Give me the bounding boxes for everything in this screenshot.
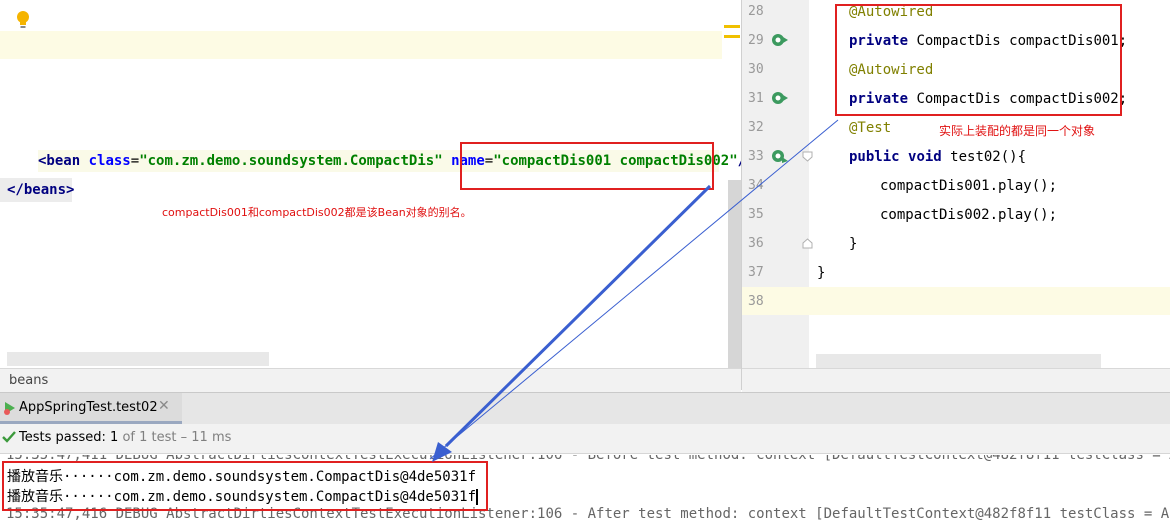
line-number: 35: [748, 207, 764, 222]
keyword-void: void: [908, 149, 942, 165]
same-object-annotation-note: 实际上装配的都是同一个对象: [939, 124, 1096, 138]
test-status-bar: Tests passed: 1 of 1 test – 11 ms: [0, 424, 1170, 454]
line-number: 31: [748, 91, 764, 106]
java-horizontal-scrollbar[interactable]: [816, 354, 1101, 368]
check-icon: [2, 431, 16, 443]
xml-class-attr: class: [88, 153, 131, 169]
name-attribute-highlight-box: [460, 142, 714, 190]
xml-horizontal-scrollbar[interactable]: [7, 352, 269, 366]
run-gutter-icon[interactable]: [771, 149, 789, 163]
breadcrumb-right: [742, 368, 1170, 392]
test-tab-icon: [4, 402, 15, 415]
code-line-34: compactDis001.play();: [880, 178, 1058, 194]
fold-icon[interactable]: [802, 151, 813, 162]
alias-annotation-note: compactDis001和compactDis002都是该Bean对象的别名。: [162, 206, 472, 219]
code-line-37: }: [817, 265, 826, 281]
lightbulb-icon[interactable]: [15, 10, 31, 30]
tests-passed-label: Tests passed:: [19, 430, 106, 445]
tests-passed-value: 1: [110, 430, 119, 445]
tab-run-configuration[interactable]: AppSpringTest.test02 ✕: [0, 393, 182, 424]
code-line-35: compactDis002.play();: [880, 207, 1058, 223]
run-tab-label: AppSpringTest.test02: [19, 400, 158, 415]
warning-marker-icon[interactable]: [722, 20, 742, 44]
java-caret-line-highlight: [742, 287, 1170, 315]
autowired-fields-highlight-box: [835, 4, 1122, 116]
line-number: 29: [748, 33, 764, 48]
xml-class-value: "com.zm.demo.soundsystem.CompactDis": [139, 153, 443, 169]
bean-gutter-icon[interactable]: [771, 33, 789, 47]
breadcrumb-item-beans[interactable]: beans: [9, 373, 48, 388]
tests-passed-status: Tests passed: 1 of 1 test – 11 ms: [19, 430, 231, 445]
code-line-33: public void test02(){: [849, 149, 1027, 165]
xml-vertical-scrollbar[interactable]: [728, 180, 741, 368]
line-number: 37: [748, 265, 764, 280]
line-number: 34: [748, 178, 764, 193]
breadcrumb: beans: [0, 368, 741, 392]
line-number: 33: [748, 149, 764, 164]
xml-beans-close-tag: </beans>: [0, 178, 74, 202]
code-line-36: }: [849, 236, 858, 252]
close-icon[interactable]: ✕: [158, 398, 170, 414]
line-number: 38: [748, 294, 764, 309]
keyword-public: public: [849, 149, 900, 165]
xml-caret-line-highlight: [0, 31, 722, 59]
line-number: 30: [748, 62, 764, 77]
line-number: 32: [748, 120, 764, 135]
line-number: 36: [748, 236, 764, 251]
fold-icon[interactable]: [802, 238, 813, 249]
xml-bean-tag: <bean: [38, 153, 81, 169]
line-number: 28: [748, 4, 764, 19]
tests-count-detail: of 1 test – 11 ms: [122, 430, 232, 445]
code-line-32: @Test: [849, 120, 892, 136]
bean-gutter-icon[interactable]: [771, 91, 789, 105]
console-output-highlight-box: [2, 461, 488, 511]
